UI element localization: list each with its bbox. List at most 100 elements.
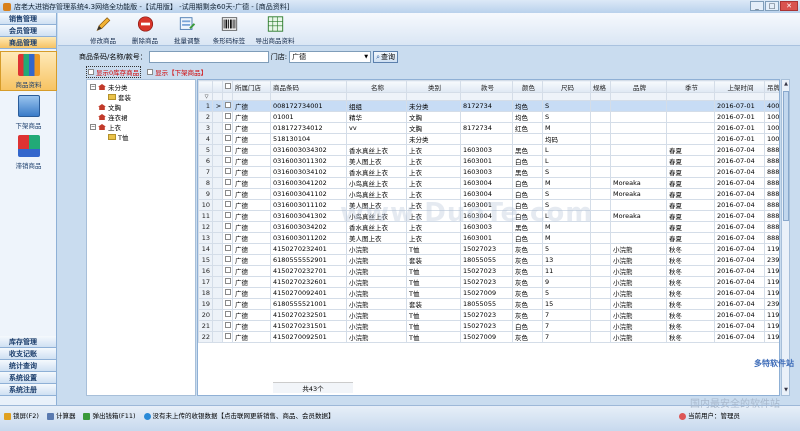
table-cell[interactable]: 秋冬 [666,254,715,266]
nav-members[interactable]: 会员管理 [0,25,56,37]
calculator-button[interactable]: 计算器 [46,410,75,420]
export-products-button[interactable]: 导出商品资料 [252,13,298,45]
col-store[interactable]: 所属门店 [232,80,271,93]
table-cell[interactable]: 18055055 [460,298,513,310]
table-cell[interactable]: 秋冬 [666,331,715,343]
table-cell[interactable]: 秋冬 [666,276,715,288]
table-cell[interactable]: 上衣 [406,155,461,167]
table-cell[interactable] [610,221,667,233]
filter-cell[interactable] [714,92,765,101]
tree-node-bra[interactable]: 文胸 [90,102,195,112]
table-cell[interactable] [610,100,667,112]
col-season[interactable]: 季节 [666,80,715,93]
table-row[interactable]: 8 广德 0316003041202 小鸟真丝上衣 上衣 1603004 白色 M Moreak… [198,177,779,189]
table-cell[interactable]: 上衣 [406,166,461,178]
table-row[interactable]: 6 广德 0316003011302 美人图上衣 上衣 1603001 白色 L 春夏 2016-… [198,155,779,167]
nav-inventory[interactable]: 库存管理 [0,336,56,348]
table-cell[interactable]: 888 [764,210,779,222]
table-cell[interactable]: 4150270232401 [270,243,347,255]
table-cell[interactable]: S [542,188,591,200]
table-cell[interactable]: 1603001 [460,155,513,167]
table-cell[interactable]: 白色 [512,155,543,167]
nav-product-info[interactable]: 商品资料 [0,51,57,91]
table-cell[interactable]: 白色 [512,199,543,211]
table-cell[interactable]: 2016-07-04 [714,265,765,277]
table-cell[interactable]: 119 [764,265,779,277]
table-cell[interactable]: 红色 [512,122,543,134]
table-cell[interactable]: 上衣 [406,232,461,244]
table-cell[interactable] [590,265,611,277]
table-cell[interactable]: 小浣熊 [610,320,667,332]
minimize-icon[interactable]: _ [750,1,764,11]
table-cell[interactable]: 100 [764,111,779,123]
table-cell[interactable]: 广德 [232,221,271,233]
row-checkbox[interactable] [222,243,233,255]
table-cell[interactable] [610,232,667,244]
table-cell[interactable]: 春夏 [666,232,715,244]
col-barcode[interactable]: 商品条码 [270,80,347,93]
table-cell[interactable] [460,111,513,123]
table-cell[interactable]: 888 [764,177,779,189]
table-cell[interactable]: 广德 [232,210,271,222]
table-cell[interactable]: 239 [764,254,779,266]
filter-cell[interactable] [212,92,223,101]
table-row[interactable]: 11 广德 0316003041302 小鸟真丝上衣 上衣 1603004 白色 L Morea… [198,210,779,222]
table-cell[interactable]: 1603003 [460,166,513,178]
table-cell[interactable] [590,254,611,266]
nav-sales[interactable]: 销售管理 [0,13,56,25]
table-cell[interactable]: S [542,166,591,178]
table-cell[interactable]: 2016-07-04 [714,243,765,255]
table-cell[interactable]: 6180555552901 [270,254,347,266]
table-cell[interactable]: M [542,177,591,189]
table-cell[interactable]: 4150270232701 [270,265,347,277]
table-cell[interactable]: 小浣熊 [610,287,667,299]
table-row[interactable]: 10 广德 0316003011102 美人图上衣 上衣 1603001 白色 S 春夏 2016… [198,199,779,211]
table-cell[interactable]: 888 [764,221,779,233]
table-cell[interactable]: 美人图上衣 [346,155,407,167]
table-cell[interactable]: 秋冬 [666,287,715,299]
table-cell[interactable]: 239 [764,298,779,310]
table-cell[interactable]: 4150270232501 [270,309,347,321]
table-cell[interactable] [590,298,611,310]
table-cell[interactable]: M [542,232,591,244]
table-cell[interactable]: 广德 [232,254,271,266]
table-cell[interactable]: 均色 [512,111,543,123]
table-cell[interactable]: 888 [764,232,779,244]
table-cell[interactable]: 2016-07-04 [714,210,765,222]
table-cell[interactable]: 11 [542,265,591,277]
table-cell[interactable]: 黑色 [512,221,543,233]
table-cell[interactable]: T恤 [406,320,461,332]
table-cell[interactable] [590,100,611,112]
table-cell[interactable]: 01001 [270,111,347,123]
table-cell[interactable]: 广德 [232,320,271,332]
table-cell[interactable]: 春夏 [666,177,715,189]
row-checkbox[interactable] [222,320,233,332]
row-checkbox[interactable] [222,177,233,189]
table-cell[interactable]: 文胸 [406,122,461,134]
row-checkbox[interactable] [222,287,233,299]
table-cell[interactable]: 广德 [232,243,271,255]
table-cell[interactable]: L [542,210,591,222]
table-cell[interactable]: 春夏 [666,199,715,211]
table-cell[interactable]: 白色 [512,232,543,244]
close-icon[interactable]: ✕ [780,1,798,11]
show-delisted-checkbox[interactable]: 显示【下架商品】 [147,67,207,77]
table-cell[interactable]: 广德 [232,232,271,244]
table-cell[interactable]: S [542,100,591,112]
row-checkbox[interactable] [222,221,233,233]
grid-scrollbar[interactable]: ▲ ▼ [781,79,790,396]
table-row[interactable]: 22 广德 4150270092501 小浣熊 T恤 15027009 灰色 7 小浣熊 秋冬 20… [198,331,779,343]
nav-delisted[interactable]: 下架商品 [0,91,57,131]
table-cell[interactable]: 100 [764,133,779,145]
row-checkbox[interactable] [222,309,233,321]
table-cell[interactable]: 精华 [346,111,407,123]
col-tag-price[interactable]: 吊牌价 [764,80,779,93]
table-cell[interactable] [512,133,543,145]
table-cell[interactable]: 秋冬 [666,320,715,332]
table-cell[interactable]: 2016-07-04 [714,166,765,178]
search-input[interactable] [148,51,269,63]
row-checkbox[interactable] [222,111,233,123]
nav-settings[interactable]: 系统设置 [0,372,56,384]
tree-node-tops[interactable]: − 上衣 [90,122,195,132]
table-cell[interactable]: 广德 [232,188,271,200]
